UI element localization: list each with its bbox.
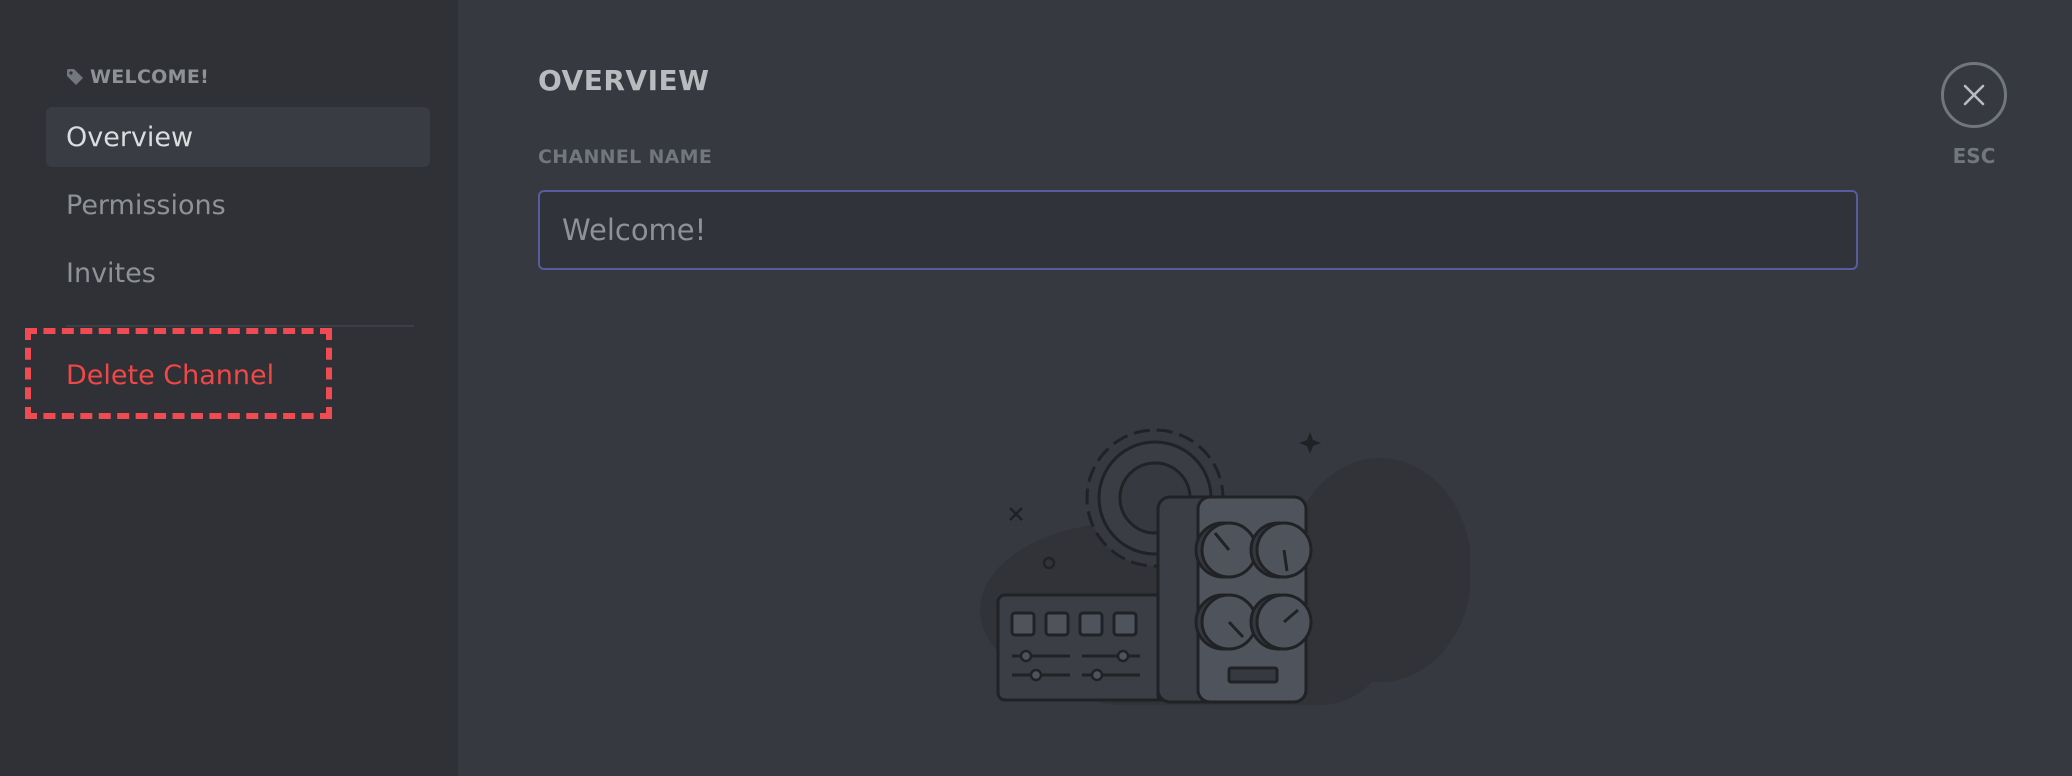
sidebar-item-overview[interactable]: Overview bbox=[46, 107, 430, 167]
settings-sidebar: WELCOME! Overview Permissions Invites De… bbox=[0, 0, 458, 776]
delete-channel-button[interactable]: Delete Channel bbox=[46, 345, 430, 405]
sidebar-header: WELCOME! bbox=[66, 64, 209, 90]
settings-console-illustration-icon bbox=[980, 428, 1470, 705]
sidebar-item-permissions[interactable]: Permissions bbox=[46, 175, 430, 235]
tag-icon bbox=[66, 68, 84, 86]
delete-channel-label: Delete Channel bbox=[66, 359, 275, 391]
sidebar-item-label: Overview bbox=[66, 121, 194, 153]
sidebar-item-invites[interactable]: Invites bbox=[46, 243, 430, 303]
close-control: ESC bbox=[1938, 62, 2010, 168]
sidebar-item-label: Permissions bbox=[66, 189, 226, 221]
sidebar-header-label: WELCOME! bbox=[90, 66, 210, 88]
close-icon bbox=[1963, 84, 1985, 106]
sidebar-item-label: Invites bbox=[66, 257, 156, 289]
esc-label: ESC bbox=[1952, 144, 1996, 168]
page-title: OVERVIEW bbox=[538, 64, 710, 97]
channel-name-label: CHANNEL NAME bbox=[538, 146, 713, 168]
sidebar-divider bbox=[66, 325, 414, 327]
channel-name-input[interactable] bbox=[538, 190, 1858, 270]
channel-settings-window: WELCOME! Overview Permissions Invites De… bbox=[0, 0, 2072, 776]
close-button[interactable] bbox=[1941, 62, 2007, 128]
